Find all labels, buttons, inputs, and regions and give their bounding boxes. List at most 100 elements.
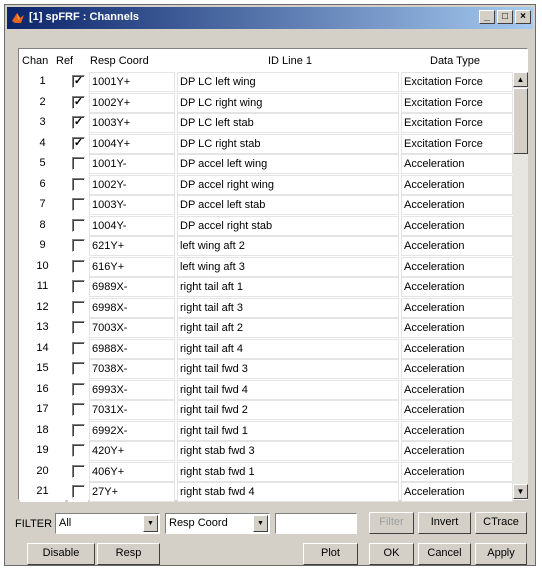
table-row[interactable]: 21 27Y+ right stab fwd 4 Acceleration: [20, 482, 513, 503]
resp-coord-field[interactable]: 7031X-: [89, 400, 175, 420]
ref-checkbox[interactable]: [72, 423, 85, 437]
table-row[interactable]: 10 616Y+ left wing aft 3 Acceleration: [20, 256, 513, 278]
resp-coord-field[interactable]: 6993X-: [89, 379, 175, 400]
ref-checkbox[interactable]: [72, 444, 85, 457]
table-row[interactable]: 19 420Y+ right stab fwd 3 Acceleration: [20, 441, 513, 462]
resp-coord-field[interactable]: 27Y+: [89, 482, 175, 502]
ref-checkbox[interactable]: [72, 177, 85, 191]
id-line-field[interactable]: right tail fwd 4: [177, 379, 399, 400]
data-type-field[interactable]: Acceleration: [401, 359, 513, 379]
scroll-thumb[interactable]: [513, 88, 528, 154]
ref-checkbox[interactable]: [72, 218, 85, 232]
data-type-field[interactable]: Acceleration: [401, 236, 513, 256]
data-type-field[interactable]: Acceleration: [401, 256, 513, 277]
table-row[interactable]: 18 6992X-right tail fwd 1 Acceleration: [20, 420, 513, 442]
id-line-field[interactable]: DP accel right wing: [177, 174, 399, 195]
chevron-down-icon[interactable]: ▼: [143, 515, 158, 532]
vertical-scrollbar[interactable]: ▲ ▼: [513, 72, 528, 499]
filter-select[interactable]: All ▼: [55, 513, 160, 534]
data-type-field[interactable]: Acceleration: [401, 482, 513, 502]
ref-checkbox[interactable]: ✓: [72, 136, 85, 150]
ref-checkbox[interactable]: [72, 403, 85, 416]
maximize-button[interactable]: □: [497, 10, 513, 24]
table-row[interactable]: 12 6998X-right tail aft 3 Acceleration: [20, 297, 513, 319]
id-line-field[interactable]: DP LC left stab: [177, 113, 399, 133]
resp-coord-field[interactable]: 621Y+: [89, 236, 175, 256]
resp-coord-field[interactable]: 406Y+: [89, 461, 175, 482]
resp-coord-field[interactable]: 6998X-: [89, 297, 175, 318]
id-line-field[interactable]: right tail fwd 3: [177, 359, 399, 379]
data-type-field[interactable]: Acceleration: [401, 400, 513, 420]
table-row[interactable]: 16 6993X-right tail fwd 4 Acceleration: [20, 379, 513, 401]
id-line-field[interactable]: right tail aft 3: [177, 297, 399, 318]
data-type-field[interactable]: Excitation Force: [401, 72, 513, 92]
data-type-field[interactable]: Acceleration: [401, 379, 513, 400]
disable-button[interactable]: Disable: [27, 543, 95, 565]
data-type-field[interactable]: Acceleration: [401, 195, 513, 215]
id-line-field[interactable]: right tail aft 1: [177, 277, 399, 297]
scroll-down-icon[interactable]: ▼: [513, 484, 528, 499]
table-row[interactable]: 11 6989X-right tail aft 1 Acceleration: [20, 277, 513, 298]
ctrace-button[interactable]: CTrace: [475, 512, 527, 534]
title-bar[interactable]: [1] spFRF : Channels _ □ ×: [7, 7, 533, 29]
ref-checkbox[interactable]: [72, 239, 85, 252]
resp-coord-field[interactable]: 1002Y-: [89, 174, 175, 195]
data-type-field[interactable]: Acceleration: [401, 277, 513, 297]
table-row[interactable]: 1 ✓ 1001Y+ DP LC left wing Excitation Force: [20, 72, 513, 93]
table-row[interactable]: 14 6988X-right tail aft 4 Acceleration: [20, 338, 513, 360]
ok-button[interactable]: OK: [369, 543, 414, 565]
id-line-field[interactable]: right stab fwd 1: [177, 461, 399, 482]
data-type-field[interactable]: Acceleration: [401, 420, 513, 441]
minimize-button[interactable]: _: [479, 10, 495, 24]
resp-coord-field[interactable]: 6988X-: [89, 338, 175, 359]
id-line-field[interactable]: DP accel right stab: [177, 215, 399, 236]
id-line-field[interactable]: DP LC right stab: [177, 133, 399, 154]
id-line-field[interactable]: left wing aft 3: [177, 256, 399, 277]
table-row[interactable]: 15 7038X-right tail fwd 3 Acceleration: [20, 359, 513, 380]
table-row[interactable]: 2 ✓ 1002Y+ DP LC right wing Excitation Force: [20, 92, 513, 114]
ref-checkbox[interactable]: [72, 321, 85, 334]
plot-button[interactable]: Plot: [303, 543, 358, 565]
data-type-field[interactable]: Excitation Force: [401, 133, 513, 154]
ref-checkbox[interactable]: [72, 382, 85, 396]
resp-coord-field[interactable]: 1002Y+: [89, 92, 175, 113]
id-line-field[interactable]: right tail aft 4: [177, 338, 399, 359]
id-line-field[interactable]: DP LC left wing: [177, 72, 399, 92]
data-type-field[interactable]: Acceleration: [401, 297, 513, 318]
ref-checkbox[interactable]: ✓: [72, 75, 85, 88]
chevron-down-icon[interactable]: ▼: [253, 515, 268, 532]
scroll-up-icon[interactable]: ▲: [513, 72, 528, 87]
apply-button[interactable]: Apply: [475, 543, 527, 565]
id-line-field[interactable]: right stab fwd 4: [177, 482, 399, 502]
resp-coord-field[interactable]: 1004Y-: [89, 215, 175, 236]
resp-coord-field[interactable]: 1001Y+: [89, 72, 175, 92]
resp-coord-field[interactable]: 420Y+: [89, 441, 175, 461]
table-row[interactable]: 8 1004Y- DP accel right stab Acceleration: [20, 215, 513, 237]
table-row[interactable]: 9 621Y+ left wing aft 2 Acceleration: [20, 236, 513, 257]
data-type-field[interactable]: Acceleration: [401, 215, 513, 236]
table-row[interactable]: 6 1002Y- DP accel right wing Acceleration: [20, 174, 513, 196]
resp-coord-field[interactable]: 6989X-: [89, 277, 175, 297]
id-line-field[interactable]: right tail fwd 1: [177, 420, 399, 441]
ref-checkbox[interactable]: [72, 300, 85, 314]
filter-text-input[interactable]: [275, 513, 357, 534]
id-line-field[interactable]: DP LC right wing: [177, 92, 399, 113]
ref-checkbox[interactable]: ✓: [72, 95, 85, 109]
resp-coord-field[interactable]: 6992X-: [89, 420, 175, 441]
invert-button[interactable]: Invert: [418, 512, 471, 534]
table-row[interactable]: 4 ✓ 1004Y+ DP LC right stab Excitation Force: [20, 133, 513, 155]
resp-coord-field[interactable]: 7038X-: [89, 359, 175, 379]
resp-coord-field[interactable]: 616Y+: [89, 256, 175, 277]
id-line-field[interactable]: right tail fwd 2: [177, 400, 399, 420]
table-row[interactable]: 3 ✓ 1003Y+ DP LC left stab Excitation Force: [20, 113, 513, 134]
data-type-field[interactable]: Acceleration: [401, 174, 513, 195]
ref-checkbox[interactable]: [72, 362, 85, 375]
table-row[interactable]: 17 7031X-right tail fwd 2 Acceleration: [20, 400, 513, 421]
field-select[interactable]: Resp Coord ▼: [165, 513, 270, 534]
data-type-field[interactable]: Acceleration: [401, 461, 513, 482]
ref-checkbox[interactable]: [72, 198, 85, 211]
ref-checkbox[interactable]: [72, 341, 85, 355]
resp-coord-field[interactable]: 1003Y+: [89, 113, 175, 133]
id-line-field[interactable]: left wing aft 2: [177, 236, 399, 256]
data-type-field[interactable]: Acceleration: [401, 338, 513, 359]
